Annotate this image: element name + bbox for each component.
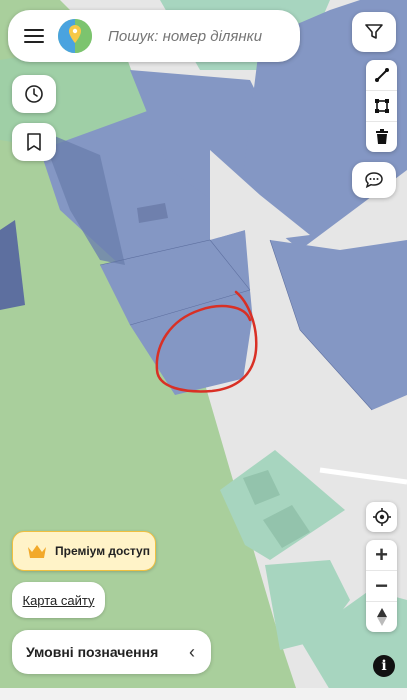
- bookmark-icon: [27, 133, 41, 151]
- draw-tools: [366, 60, 397, 152]
- filter-button[interactable]: [352, 12, 396, 52]
- ruler-icon: [374, 68, 389, 82]
- measure-button[interactable]: [366, 60, 397, 91]
- polygon-icon: [374, 99, 389, 113]
- comment-button[interactable]: [352, 162, 396, 198]
- locate-button[interactable]: [366, 502, 397, 532]
- zoom-out-button[interactable]: −: [366, 571, 397, 602]
- delete-button[interactable]: [366, 122, 397, 152]
- filter-icon: [365, 24, 383, 39]
- search-bar[interactable]: [8, 10, 300, 62]
- zoom-controls: + −: [366, 540, 397, 632]
- legend-label: Умовні позначення: [26, 644, 159, 660]
- premium-label: Преміум доступ: [55, 544, 150, 558]
- bookmark-button[interactable]: [12, 123, 56, 161]
- compass-icon: [376, 608, 387, 626]
- sitemap-link[interactable]: Карта сайту: [12, 582, 105, 618]
- app-logo: [58, 19, 92, 53]
- info-button[interactable]: i: [373, 655, 395, 677]
- clock-icon: [25, 85, 43, 103]
- history-button[interactable]: [12, 75, 56, 113]
- system-nav-bar: [0, 688, 407, 700]
- crown-icon: [28, 545, 46, 558]
- trash-icon: [375, 129, 388, 144]
- legend-panel-toggle[interactable]: Умовні позначення ‹: [12, 630, 211, 674]
- menu-icon[interactable]: [24, 29, 44, 43]
- premium-button[interactable]: Преміум доступ: [12, 531, 156, 571]
- polygon-button[interactable]: [366, 91, 397, 122]
- comment-icon: [365, 172, 383, 189]
- locate-icon: [372, 508, 391, 526]
- zoom-in-button[interactable]: +: [366, 540, 397, 571]
- compass-button[interactable]: [366, 602, 397, 632]
- chevron-left-icon: ‹: [189, 641, 195, 662]
- search-input[interactable]: [106, 26, 290, 46]
